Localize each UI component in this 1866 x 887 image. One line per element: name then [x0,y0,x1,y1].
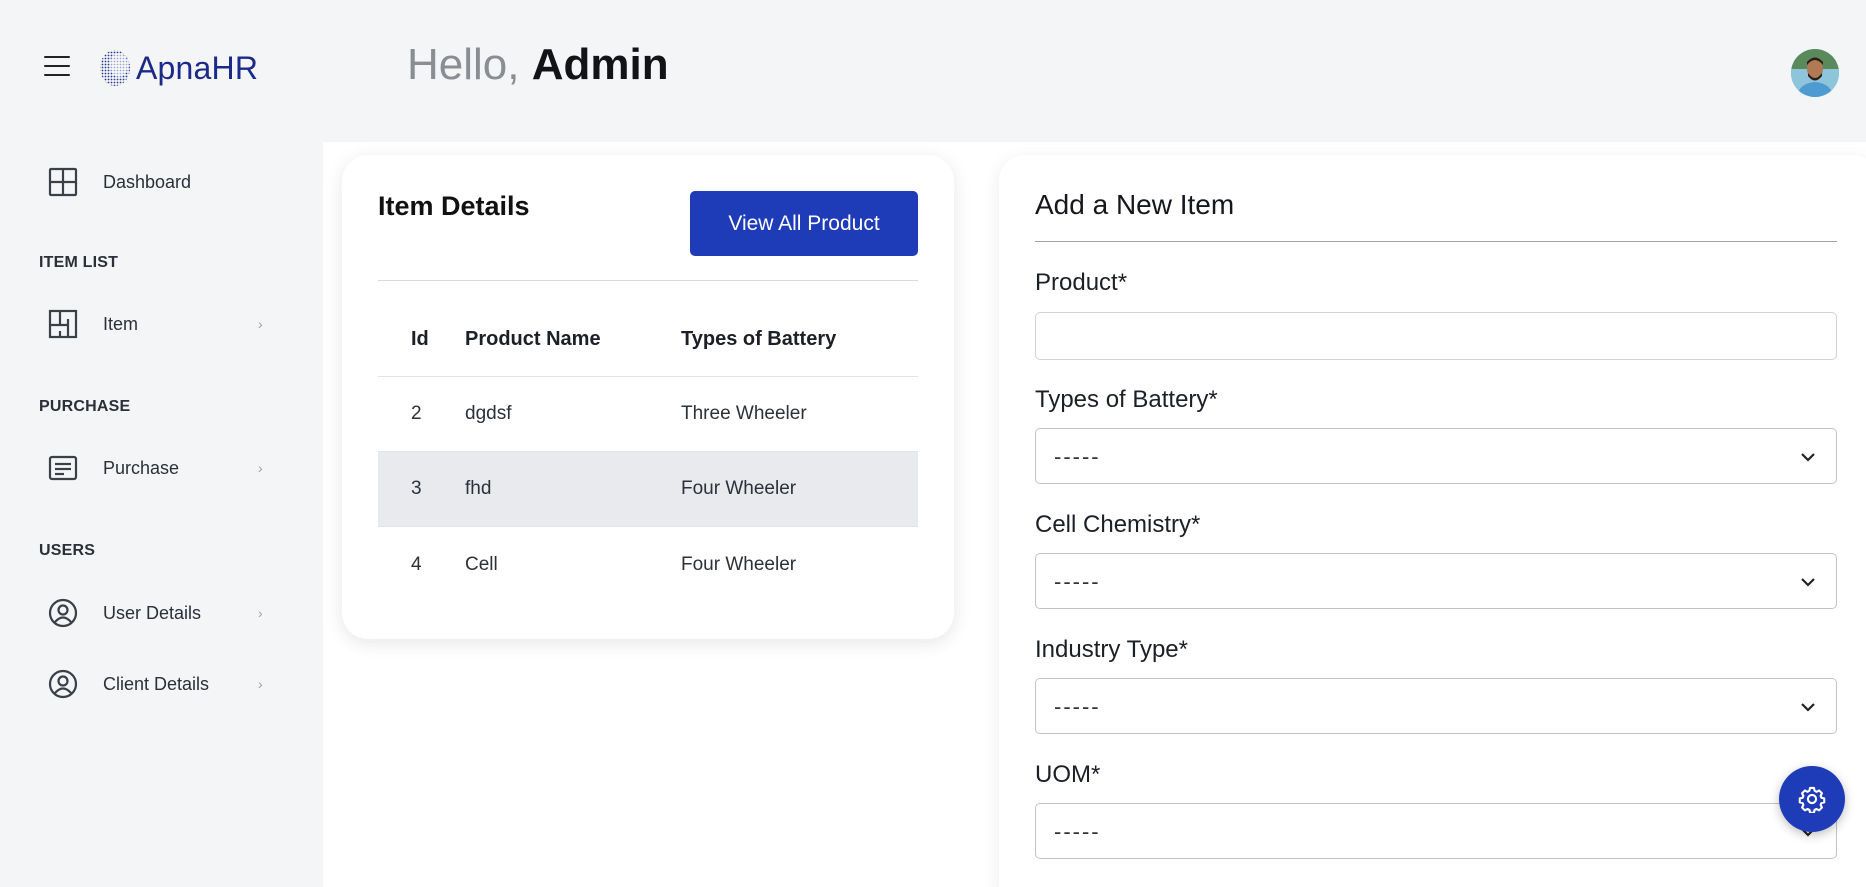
cell-product-name: dgdsf [465,403,512,424]
section-title-item-list: ITEM LIST [39,254,119,271]
chevron-down-icon [1801,453,1815,462]
sidebar-item-item[interactable]: Item › [0,300,323,348]
cell-id: 2 [411,403,422,424]
sidebar-item-label: Client Details [103,673,210,694]
chevron-down-icon [1801,578,1815,587]
menu-icon[interactable] [44,56,70,76]
section-title-purchase: PURCHASE [39,398,131,415]
brand-name: ApnaHR [136,49,259,86]
sidebar-item-client-details[interactable]: Client Details › [0,660,323,708]
cell-battery-type: Four Wheeler [681,553,797,575]
form-title: Add a New Item [1035,189,1235,220]
column-header-id[interactable]: Id [378,328,465,351]
table-row[interactable]: 2 dgdsf Three Wheeler [378,377,918,452]
sidebar-item-purchase[interactable]: Purchase › [0,444,323,492]
chevron-right-icon: › [258,460,263,476]
section-title-users: USERS [39,542,96,559]
layout-icon [48,309,78,339]
product-label: Product* [1035,269,1128,296]
sidebar-item-dashboard[interactable]: Dashboard [0,158,323,206]
chevron-right-icon: › [258,676,263,692]
user-circle-icon [48,669,78,699]
user-circle-icon [48,598,78,628]
sidebar-item-label: User Details [103,602,202,623]
view-all-product-button[interactable]: View All Product [690,191,918,256]
grid-icon [48,167,78,197]
page-greeting: Hello, Admin [407,40,669,90]
divider [378,280,918,281]
column-header-battery-type[interactable]: Types of Battery [681,328,918,351]
table-row[interactable]: 3 fhd Four Wheeler [378,452,918,527]
cell-battery-type: Three Wheeler [681,403,807,424]
sidebar: Dashboard ITEM LIST Item › PURCHASE Purc… [0,140,323,887]
items-table: Id Product Name Types of Battery 2 dgdsf… [378,302,918,602]
cell-id: 3 [411,478,422,499]
brand-logo[interactable]: ApnaHR [98,48,258,88]
user-photo-icon [1791,49,1839,97]
uom-label: UOM* [1035,761,1101,788]
cell-battery-type: Four Wheeler [681,478,797,499]
gear-icon [1798,786,1826,813]
sidebar-item-label: Dashboard [103,171,192,192]
card-title: Item Details [378,191,530,221]
cell-id: 4 [411,553,422,575]
settings-button[interactable] [1779,766,1845,832]
uom-select[interactable]: ----- [1035,803,1837,859]
cell-chemistry-select[interactable]: ----- [1035,553,1837,609]
select-value: ----- [1054,694,1101,719]
select-value: ----- [1054,569,1101,594]
document-icon [48,455,78,481]
top-bar: ApnaHR Hello, Admin [0,0,1866,140]
product-input[interactable] [1035,312,1837,360]
battery-type-label: Types of Battery* [1035,386,1218,413]
sidebar-item-user-details[interactable]: User Details › [0,589,323,637]
table-header: Id Product Name Types of Battery [378,302,918,377]
cell-product-name: Cell [465,553,498,575]
industry-type-label: Industry Type* [1035,636,1188,663]
cell-product-name: fhd [465,478,492,499]
sidebar-item-label: Purchase [103,457,180,478]
chevron-right-icon: › [258,316,263,332]
industry-type-select[interactable]: ----- [1035,678,1837,734]
chevron-down-icon [1801,703,1815,712]
battery-type-select[interactable]: ----- [1035,428,1837,484]
cell-chemistry-label: Cell Chemistry* [1035,511,1201,538]
select-value: ----- [1054,444,1101,469]
add-item-card: Add a New Item Product* Types of Battery… [999,155,1866,887]
column-header-product-name[interactable]: Product Name [465,328,681,351]
divider [1035,241,1837,242]
sidebar-item-label: Item [103,313,139,334]
avatar[interactable] [1791,49,1839,97]
globe-icon [100,50,130,86]
item-details-card: Item Details View All Product Id Product… [342,155,954,639]
select-value: ----- [1054,819,1101,844]
table-row[interactable]: 4 Cell Four Wheeler [378,527,918,602]
greeting-prefix: Hello, [407,40,520,89]
greeting-name: Admin [531,40,669,89]
chevron-right-icon: › [258,605,263,621]
